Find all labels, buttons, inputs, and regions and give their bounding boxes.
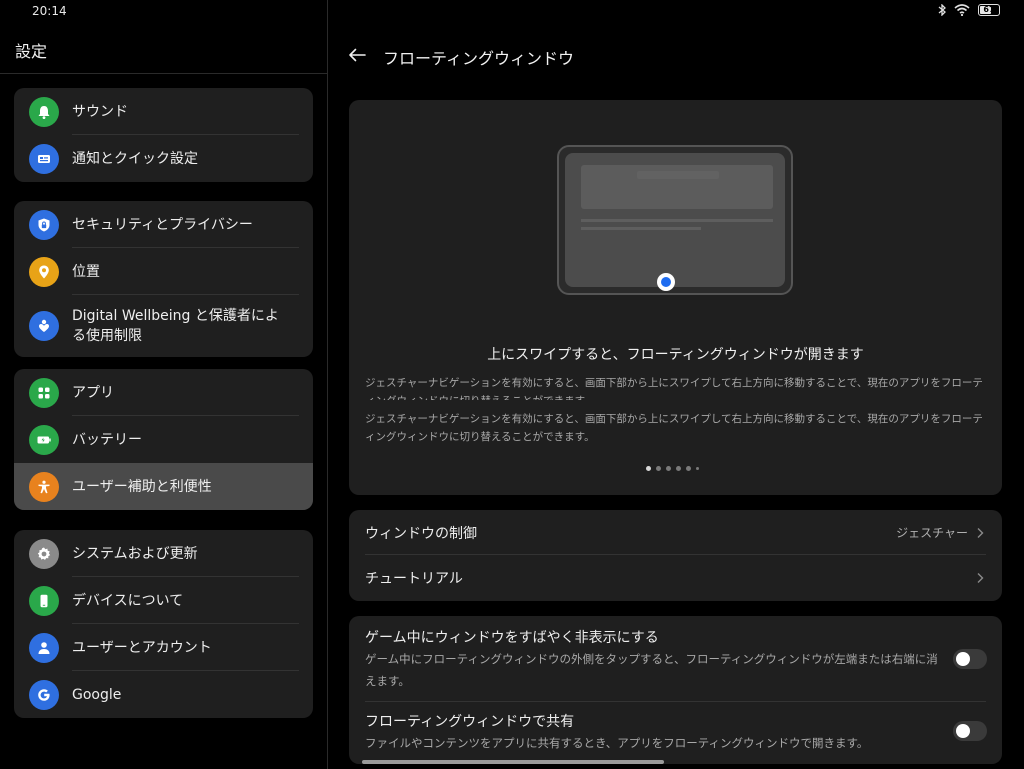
- share-in-floating-window-label: フローティングウィンドウで共有: [365, 714, 575, 730]
- battery-level: 67: [983, 5, 995, 14]
- window-control-label: ウィンドウの制御: [365, 525, 477, 542]
- location-pin-icon: [29, 256, 59, 287]
- page-title: フローティングウィンドウ: [383, 49, 575, 68]
- share-in-floating-window-description: ファイルやコンテンツをアプリに共有するとき、アプリをフローティングウィンドウで開…: [365, 736, 869, 750]
- settings-sidebar: 設定 サウンド 通知とクイック設定 セキュリティとプライバシー 位置 Digit…: [0, 24, 327, 769]
- page-dot: [696, 467, 699, 470]
- page-indicator[interactable]: [646, 466, 699, 471]
- window-control-row[interactable]: ウィンドウの制御 ジェスチャー: [349, 510, 1002, 555]
- google-icon: [29, 679, 59, 710]
- settings-screen: 20:14 67 設定 サウンド 通知とクイック設定 セキュリティとプライバシー…: [0, 0, 1024, 769]
- sidebar-scroll-edge: [0, 68, 327, 74]
- share-in-floating-window-switch[interactable]: [953, 721, 987, 741]
- sidebar-item-security[interactable]: セキュリティとプライバシー: [14, 201, 313, 248]
- share-in-floating-window-row[interactable]: フローティングウィンドウで共有 ファイルやコンテンツをアプリに共有するとき、アプ…: [349, 712, 1002, 754]
- battery-icon: 67: [978, 4, 1000, 16]
- sidebar-group-system: システムおよび更新 デバイスについて ユーザーとアカウント Google: [14, 530, 313, 718]
- sidebar-item-label: ユーザー補助と利便性: [72, 478, 212, 495]
- illustration-block: [581, 165, 773, 209]
- floating-window-options-card: ゲーム中にウィンドウをすばやく非表示にする ゲーム中にフローティングウィンドウの…: [349, 616, 1002, 764]
- chevron-right-icon: [976, 527, 986, 539]
- page-dot: [646, 466, 651, 471]
- hide-window-in-game-row[interactable]: ゲーム中にウィンドウをすばやく非表示にする ゲーム中にフローティングウィンドウの…: [349, 628, 1002, 692]
- guide-description: ジェスチャーナビゲーションを有効にすると、画面下部から上にスワイプして右上方向に…: [365, 413, 983, 443]
- sidebar-item-label: セキュリティとプライバシー: [72, 216, 253, 233]
- sidebar-title: 設定: [15, 42, 48, 61]
- divider: [365, 701, 986, 702]
- page-dot: [666, 466, 671, 471]
- page-dot: [656, 466, 661, 471]
- sidebar-item-location[interactable]: 位置: [14, 248, 313, 295]
- sidebar-item-label: アプリ: [72, 384, 114, 401]
- tutorial-row[interactable]: チュートリアル: [349, 555, 1002, 600]
- tablet-illustration: [557, 145, 795, 297]
- window-control-value: ジェスチャー: [896, 526, 968, 540]
- wifi-icon: [954, 4, 970, 16]
- sidebar-group-security: セキュリティとプライバシー 位置 Digital Wellbeing と保護者に…: [14, 201, 313, 357]
- back-button[interactable]: [346, 46, 368, 66]
- notification-card-icon: [29, 143, 59, 174]
- page-dot: [676, 466, 681, 471]
- accessibility-icon: [29, 471, 59, 502]
- guide-description-previous: ジェスチャーナビゲーションを有効にすると、画面下部から上にスワイプして右上方向に…: [365, 377, 983, 400]
- apps-grid-icon: [29, 377, 59, 408]
- gear-icon: [29, 538, 59, 569]
- battery-icon: [29, 424, 59, 455]
- sidebar-item-notifications[interactable]: 通知とクイック設定: [14, 135, 313, 182]
- sidebar-item-label: 通知とクイック設定: [72, 150, 198, 167]
- swipe-point-core: [661, 277, 671, 287]
- guide-title: 上にスワイプすると、フローティングウィンドウが開きます: [487, 347, 864, 363]
- sidebar-item-label: システムおよび更新: [72, 545, 198, 562]
- status-icons: 67: [938, 4, 1000, 16]
- sidebar-item-about-device[interactable]: デバイスについて: [14, 577, 313, 624]
- sidebar-item-digital-wellbeing[interactable]: Digital Wellbeing と保護者による使用制限: [14, 295, 313, 357]
- illustration-line: [581, 227, 701, 230]
- switch-knob: [956, 652, 970, 666]
- home-indicator[interactable]: [362, 760, 664, 764]
- bell-icon: [29, 96, 59, 127]
- hide-window-in-game-label: ゲーム中にウィンドウをすばやく非表示にする: [365, 630, 659, 646]
- tablet-screen: [565, 153, 785, 287]
- heart-person-icon: [29, 311, 59, 341]
- page-dot: [686, 466, 691, 471]
- window-settings-card: ウィンドウの制御 ジェスチャー チュートリアル: [349, 510, 1002, 601]
- sidebar-item-google[interactable]: Google: [14, 671, 313, 718]
- sidebar-item-apps[interactable]: アプリ: [14, 369, 313, 416]
- switch-knob: [956, 724, 970, 738]
- swipe-point-icon: [657, 273, 675, 291]
- sidebar-item-users-accounts[interactable]: ユーザーとアカウント: [14, 624, 313, 671]
- bluetooth-icon: [938, 4, 946, 16]
- user-icon: [29, 632, 59, 663]
- sidebar-item-battery[interactable]: バッテリー: [14, 416, 313, 463]
- tablet-frame: [557, 145, 793, 295]
- status-bar: 20:14 67: [0, 0, 1024, 24]
- sidebar-item-system-update[interactable]: システムおよび更新: [14, 530, 313, 577]
- back-arrow-icon: [348, 47, 366, 66]
- sidebar-item-label: Digital Wellbeing と保護者による使用制限: [72, 308, 279, 344]
- sidebar-item-label: バッテリー: [72, 431, 142, 448]
- chevron-right-icon: [976, 572, 986, 584]
- hide-window-in-game-description: ゲーム中にフローティングウィンドウの外側をタップすると、フローティングウィンドウ…: [365, 652, 938, 688]
- sidebar-group-apps: アプリ バッテリー ユーザー補助と利便性: [14, 369, 313, 510]
- sidebar-item-sound[interactable]: サウンド: [14, 88, 313, 135]
- sidebar-item-label: サウンド: [72, 103, 128, 120]
- sidebar-item-label: 位置: [72, 263, 100, 280]
- status-time: 20:14: [32, 4, 67, 18]
- sidebar-item-accessibility[interactable]: ユーザー補助と利便性: [14, 463, 313, 510]
- sidebar-item-label: ユーザーとアカウント: [72, 639, 212, 656]
- panel-divider: [327, 0, 328, 769]
- guide-description-transition: ジェスチャーナビゲーションを有効にすると、画面下部から上にスワイプして右上方向に…: [365, 374, 987, 400]
- tutorial-label: チュートリアル: [365, 570, 463, 587]
- sidebar-group-sound: サウンド 通知とクイック設定: [14, 88, 313, 182]
- hide-window-in-game-switch[interactable]: [953, 649, 987, 669]
- floating-window-guide-card[interactable]: 上にスワイプすると、フローティングウィンドウが開きます ジェスチャーナビゲーショ…: [349, 100, 1002, 495]
- shield-lock-icon: [29, 209, 59, 240]
- sidebar-item-label: Google: [72, 686, 122, 703]
- sidebar-item-label: デバイスについて: [72, 592, 184, 609]
- phone-icon: [29, 585, 59, 616]
- illustration-line: [581, 219, 773, 222]
- illustration-block-inner: [637, 171, 719, 179]
